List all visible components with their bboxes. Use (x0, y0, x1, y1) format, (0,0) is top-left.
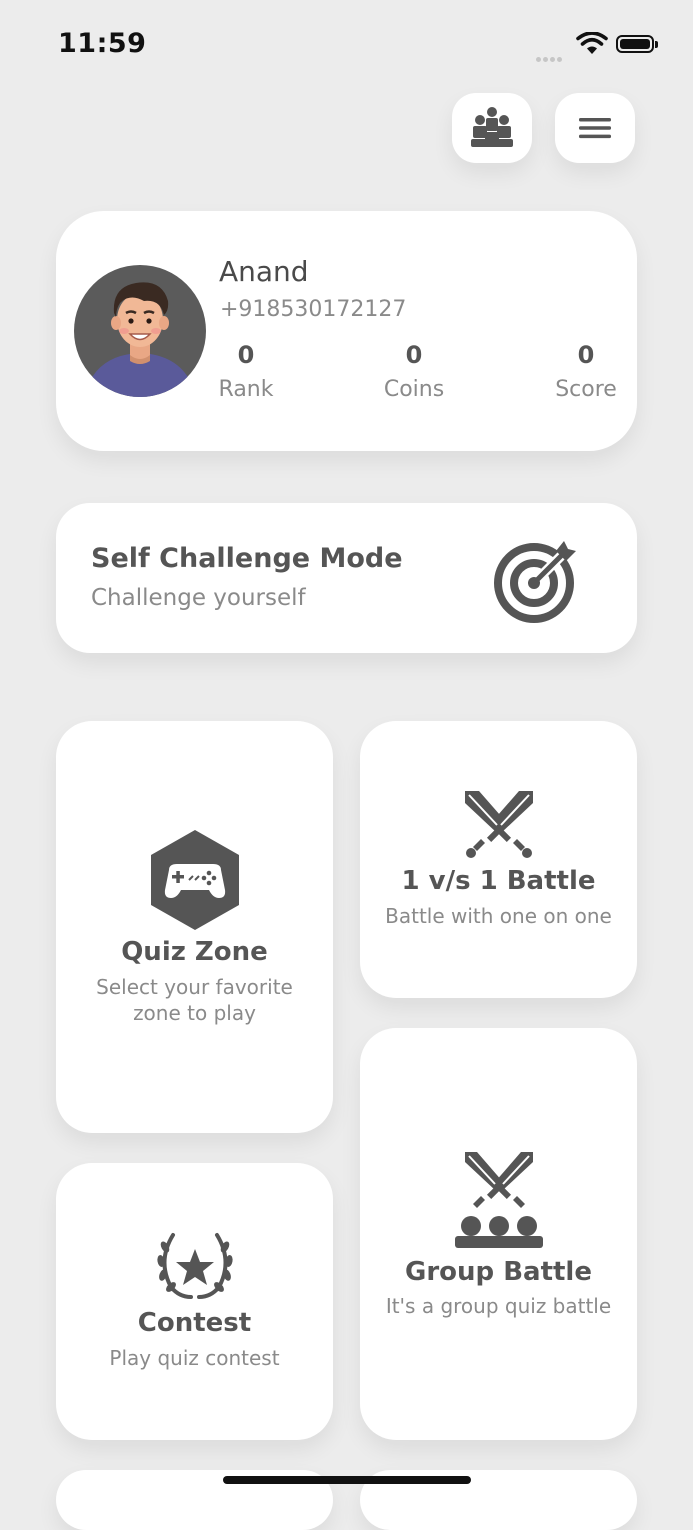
one-vs-one-battle-tile[interactable]: 1 v/s 1 Battle Battle with one on one (360, 721, 637, 998)
hamburger-menu-icon (579, 118, 611, 139)
menu-button[interactable] (555, 93, 635, 163)
group-battle-icon (454, 1152, 543, 1248)
target-icon (492, 535, 580, 629)
quiz-zone-subtitle-line1: Select your favorite (96, 975, 293, 999)
group-battle-title: Group Battle (405, 1257, 592, 1287)
stat-value: 0 (237, 341, 255, 369)
leaderboard-button[interactable] (452, 93, 532, 163)
self-challenge-card[interactable]: Self Challenge Mode Challenge yourself (56, 503, 637, 653)
quiz-zone-title: Quiz Zone (121, 937, 268, 967)
home-indicator[interactable] (223, 1476, 471, 1484)
stat-rank: 0 Rank (191, 341, 301, 402)
group-battle-tile[interactable]: Group Battle It's a group quiz battle (360, 1028, 637, 1440)
wifi-icon (576, 31, 608, 60)
stat-label: Coins (383, 377, 445, 402)
stat-score: 0 Score (531, 341, 641, 402)
signal-dots-icon (536, 47, 564, 66)
battle-subtitle: Battle with one on one (385, 904, 612, 928)
group-people-icon (471, 107, 513, 147)
contest-title: Contest (137, 1308, 252, 1338)
contest-subtitle: Play quiz contest (109, 1346, 280, 1370)
quiz-zone-subtitle-line2: zone to play (133, 1001, 256, 1025)
profile-card[interactable]: Anand +918530172127 0 Rank 0 Coins 0 Sco… (56, 211, 637, 451)
self-challenge-title: Self Challenge Mode (91, 543, 403, 574)
stat-value: 0 (405, 341, 423, 369)
laurel-star-icon (156, 1233, 233, 1299)
quiz-zone-tile[interactable]: Quiz Zone Select your favorite zone to p… (56, 721, 333, 1133)
battery-icon (616, 35, 658, 53)
status-time: 11:59 (58, 28, 147, 59)
stat-value: 0 (577, 341, 595, 369)
profile-name: Anand (219, 255, 309, 288)
stat-label: Rank (218, 377, 274, 402)
gamepad-icon (150, 830, 239, 930)
self-challenge-subtitle: Challenge yourself (91, 585, 306, 611)
stat-coins: 0 Coins (359, 341, 469, 402)
battle-title: 1 v/s 1 Battle (401, 866, 596, 896)
group-battle-subtitle: It's a group quiz battle (385, 1294, 612, 1318)
avatar (74, 265, 206, 397)
crossed-swords-icon (464, 791, 533, 858)
stat-label: Score (555, 377, 617, 402)
contest-tile[interactable]: Contest Play quiz contest (56, 1163, 333, 1440)
profile-phone: +918530172127 (220, 297, 407, 322)
